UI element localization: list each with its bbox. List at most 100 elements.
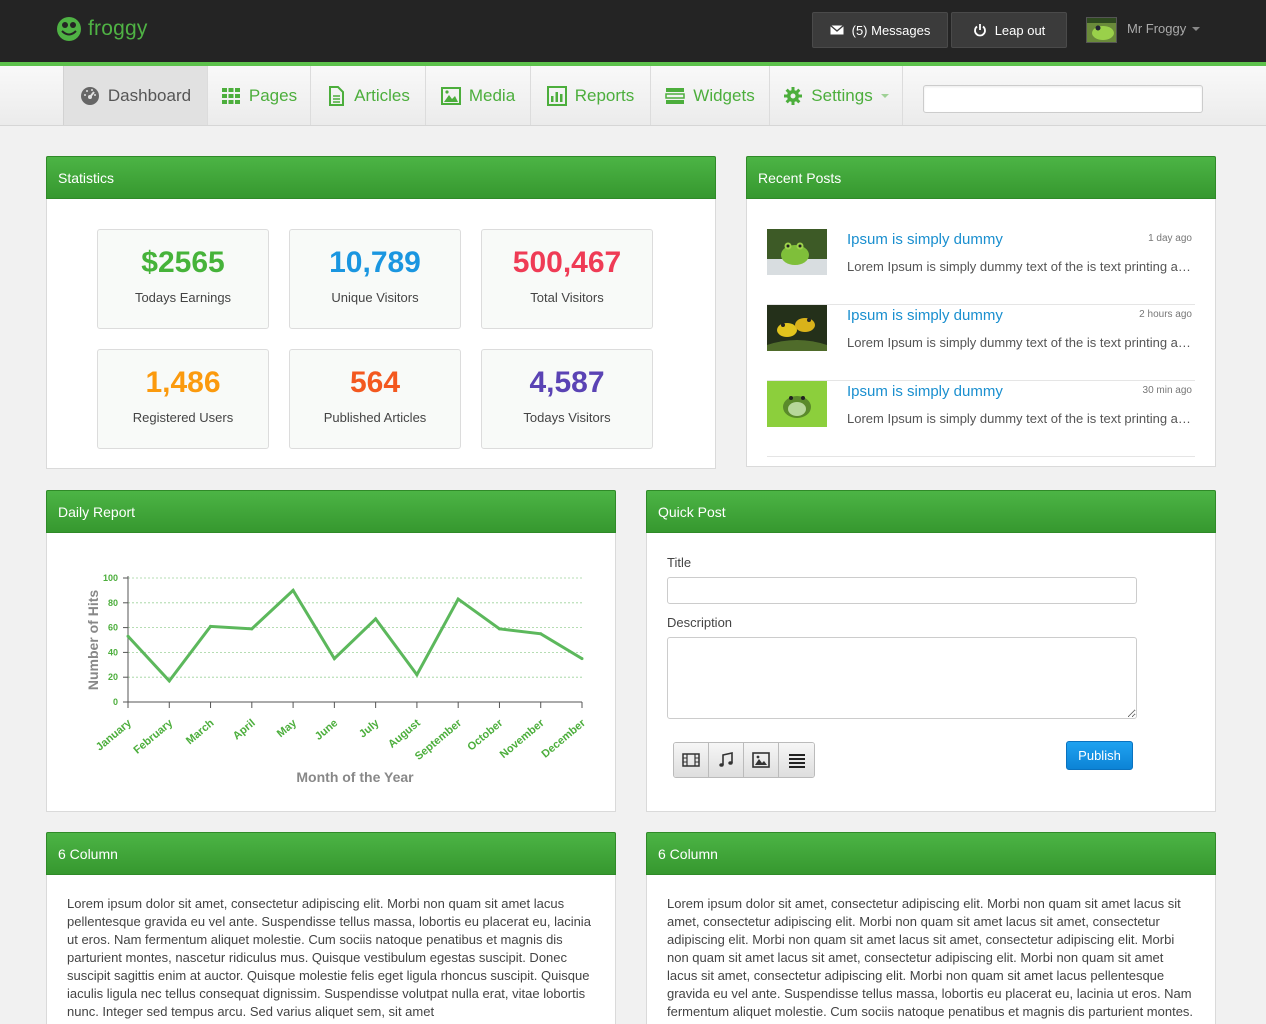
- nav-label: Widgets: [693, 85, 755, 105]
- column-text: Lorem ipsum dolor sit amet, consectetur …: [67, 896, 591, 1019]
- post-excerpt: Lorem Ipsum is simply dummy text of the …: [847, 411, 1197, 426]
- panel-title: 6 Column: [46, 832, 616, 875]
- data-point: [250, 627, 254, 631]
- stat-value: 1,486: [145, 366, 221, 399]
- search-input[interactable]: [923, 85, 1203, 113]
- recent-post[interactable]: Ipsum is simply dummy 1 day ago Lorem Ip…: [767, 229, 1197, 305]
- y-axis-title: Number of Hits: [85, 590, 101, 691]
- brand-name: froggy: [88, 17, 148, 40]
- nav-item-articles[interactable]: Articles: [311, 66, 426, 125]
- y-tick-label: 100: [103, 573, 118, 583]
- quick-post-panel: Quick Post Title Description Publish: [646, 490, 1216, 812]
- nav-item-pages[interactable]: Pages: [208, 66, 311, 125]
- y-tick-label: 40: [108, 647, 118, 657]
- description-textarea[interactable]: [667, 637, 1137, 719]
- leap-out-button[interactable]: Leap out: [951, 12, 1067, 48]
- chevron-down-icon: [880, 93, 889, 98]
- music-note-icon: [719, 752, 733, 767]
- frog-logo-icon: [57, 17, 81, 41]
- post-thumbnail[interactable]: [767, 381, 827, 427]
- insert-list-button[interactable]: [779, 743, 814, 777]
- stat-label: Todays Visitors: [523, 410, 611, 425]
- data-point: [374, 617, 378, 621]
- y-tick-label: 0: [113, 697, 118, 707]
- post-thumbnail[interactable]: [767, 305, 827, 351]
- data-point: [456, 597, 460, 601]
- description-label: Description: [667, 615, 733, 630]
- panel-title: Daily Report: [46, 490, 616, 533]
- nav-item-settings[interactable]: Settings: [770, 66, 903, 125]
- main-nav: Dashboard Pages Articles Media Reports W…: [0, 66, 1266, 126]
- data-point: [332, 657, 336, 661]
- document-icon: [329, 85, 345, 106]
- recent-posts-panel: Recent Posts Ipsum is simply dummy 1 day…: [746, 156, 1216, 467]
- column-panel-left: 6 Column Lorem ipsum dolor sit amet, con…: [46, 832, 616, 1024]
- chevron-down-icon: [1192, 26, 1201, 31]
- panel-title: Statistics: [46, 156, 716, 199]
- post-time: 30 min ago: [1142, 385, 1192, 396]
- panel-title: Recent Posts: [746, 156, 1216, 199]
- x-tick-label: December: [539, 717, 588, 761]
- data-point: [497, 627, 501, 631]
- brand[interactable]: froggy: [56, 15, 148, 43]
- column-panel-right: 6 Column Lorem ipsum dolor sit amet, con…: [646, 832, 1216, 1024]
- stat-unique-visitors: 10,789 Unique Visitors: [289, 229, 461, 329]
- title-label: Title: [667, 555, 692, 570]
- film-icon: [682, 753, 700, 767]
- post-title[interactable]: Ipsum is simply dummy: [847, 307, 1003, 324]
- data-point: [580, 657, 584, 661]
- leap-out-label: Leap out: [994, 22, 1046, 38]
- post-title[interactable]: Ipsum is simply dummy: [847, 231, 1003, 248]
- image-icon: [440, 86, 461, 105]
- post-title[interactable]: Ipsum is simply dummy: [847, 383, 1003, 400]
- panel-title: 6 Column: [646, 832, 1216, 875]
- nav-label: Media: [468, 85, 516, 105]
- x-tick-label: September: [413, 717, 465, 763]
- user-name: Mr Froggy: [1127, 21, 1187, 36]
- recent-post[interactable]: Ipsum is simply dummy 30 min ago Lorem I…: [767, 381, 1197, 457]
- top-bar: froggy (5) Messages Leap out Mr Froggy: [0, 0, 1266, 62]
- title-input[interactable]: [667, 577, 1137, 604]
- statistics-panel: Statistics $2565 Todays Earnings 10,789 …: [46, 156, 716, 469]
- post-excerpt: Lorem Ipsum is simply dummy text of the …: [847, 259, 1197, 274]
- daily-report-panel: Daily Report 0 20 40 60 80 100 January February…: [46, 490, 616, 812]
- user-menu[interactable]: Mr Froggy: [1127, 21, 1201, 36]
- x-tick-label: October: [465, 717, 506, 754]
- recent-post[interactable]: Ipsum is simply dummy 2 hours ago Lorem …: [767, 305, 1197, 381]
- x-axis-title: Month of the Year: [296, 769, 414, 785]
- messages-button[interactable]: (5) Messages: [812, 12, 948, 48]
- y-tick-label: 80: [108, 598, 118, 608]
- nav-item-media[interactable]: Media: [426, 66, 531, 125]
- nav-label: Pages: [248, 85, 298, 105]
- x-tick-label: November: [498, 717, 547, 761]
- widgets-icon: [665, 87, 686, 104]
- gear-icon: [784, 86, 803, 105]
- nav-label: Articles: [354, 85, 410, 105]
- insert-image-button[interactable]: [744, 743, 779, 777]
- data-point: [291, 588, 295, 592]
- post-time: 2 hours ago: [1139, 309, 1192, 320]
- nav-item-widgets[interactable]: Widgets: [651, 66, 770, 125]
- insert-video-button[interactable]: [674, 743, 709, 777]
- nav-item-reports[interactable]: Reports: [531, 66, 651, 125]
- list-icon: [788, 754, 805, 768]
- bar-chart-icon: [546, 85, 567, 106]
- stat-value: $2565: [141, 246, 225, 279]
- stat-registered-users: 1,486 Registered Users: [97, 349, 269, 449]
- insert-audio-button[interactable]: [709, 743, 744, 777]
- y-tick-label: 60: [108, 623, 118, 633]
- stat-total-visitors: 500,467 Total Visitors: [481, 229, 653, 329]
- stat-value: 500,467: [512, 246, 622, 279]
- x-tick-label: March: [184, 717, 217, 747]
- stat-label: Todays Earnings: [134, 290, 232, 305]
- x-tick-label: June: [313, 717, 340, 743]
- x-tick-label: January: [94, 717, 135, 754]
- post-time: 1 day ago: [1148, 233, 1192, 244]
- nav-item-dashboard[interactable]: Dashboard: [63, 66, 208, 125]
- user-avatar[interactable]: [1086, 17, 1117, 43]
- post-thumbnail[interactable]: [767, 229, 827, 275]
- envelope-icon: [829, 24, 844, 35]
- y-tick-label: 20: [108, 672, 118, 682]
- publish-button[interactable]: Publish: [1066, 741, 1133, 770]
- stat-label: Published Articles: [323, 410, 427, 425]
